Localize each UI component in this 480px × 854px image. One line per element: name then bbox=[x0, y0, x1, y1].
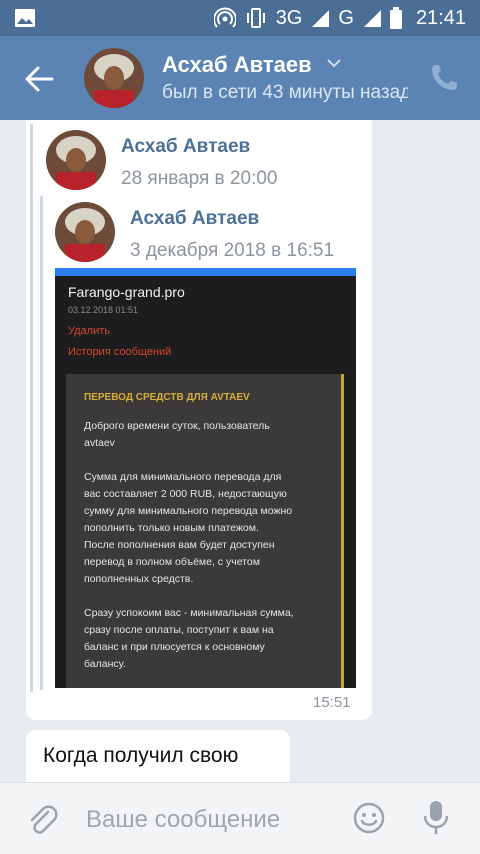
microphone-icon[interactable] bbox=[422, 799, 450, 837]
avatar[interactable] bbox=[46, 130, 106, 190]
message-composer: Ваше сообщение bbox=[0, 782, 480, 854]
image-panel: ПЕРЕВОД СРЕДСТВ ДЛЯ AVTAEV Доброго време… bbox=[66, 374, 344, 688]
smile-icon[interactable] bbox=[352, 801, 386, 835]
contact-name[interactable]: Асхаб Автаев bbox=[162, 52, 312, 78]
message-text: Когда получил свою bbox=[43, 744, 239, 767]
back-arrow-icon[interactable] bbox=[22, 62, 56, 96]
phone-icon[interactable] bbox=[428, 62, 460, 94]
vibrate-icon bbox=[246, 8, 265, 28]
image-history-link: История сообщений bbox=[68, 346, 172, 358]
clock: 21:41 bbox=[415, 6, 466, 29]
avatar[interactable] bbox=[55, 202, 115, 262]
hotspot-icon bbox=[213, 7, 236, 28]
image-delete-link: Удалить bbox=[68, 325, 110, 337]
message-bubble[interactable]: Когда получил свою bbox=[26, 730, 290, 786]
attached-image[interactable]: Farango-grand.pro 03.12.2018 01:51 Удали… bbox=[55, 268, 356, 688]
forward-author[interactable]: Асхаб Автаев bbox=[130, 208, 259, 230]
battery-icon bbox=[389, 7, 402, 29]
paperclip-icon[interactable] bbox=[26, 803, 58, 837]
network-3g: 3G bbox=[275, 6, 303, 29]
status-bar: 3G G 21:41 bbox=[0, 0, 480, 36]
message-time: 15:51 bbox=[313, 694, 351, 711]
image-site-name: Farango-grand.pro bbox=[68, 284, 185, 300]
forward-indicator bbox=[40, 196, 43, 690]
image-icon bbox=[15, 9, 35, 27]
forward-author[interactable]: Асхаб Автаев bbox=[121, 136, 250, 158]
avatar[interactable] bbox=[84, 48, 144, 108]
forward-indicator bbox=[30, 124, 33, 692]
image-top-bar bbox=[55, 268, 356, 276]
forward-date: 28 января в 20:00 bbox=[121, 168, 278, 189]
image-panel-text: Доброго времени суток, пользователь avta… bbox=[84, 420, 294, 670]
signal-icon bbox=[363, 10, 381, 27]
image-date: 03.12.2018 01:51 bbox=[68, 305, 139, 315]
signal-icon bbox=[312, 10, 330, 27]
image-panel-title: ПЕРЕВОД СРЕДСТВ ДЛЯ AVTAEV bbox=[84, 392, 250, 403]
last-seen-status: был в сети 43 минуты назад bbox=[162, 82, 408, 103]
chat-header: Асхаб Автаев был в сети 43 минуты назад bbox=[0, 36, 480, 120]
forward-date: 3 декабря 2018 в 16:51 bbox=[130, 240, 335, 261]
network-g: G bbox=[338, 6, 354, 29]
chevron-down-icon[interactable] bbox=[326, 56, 342, 70]
message-input[interactable]: Ваше сообщение bbox=[86, 806, 280, 834]
